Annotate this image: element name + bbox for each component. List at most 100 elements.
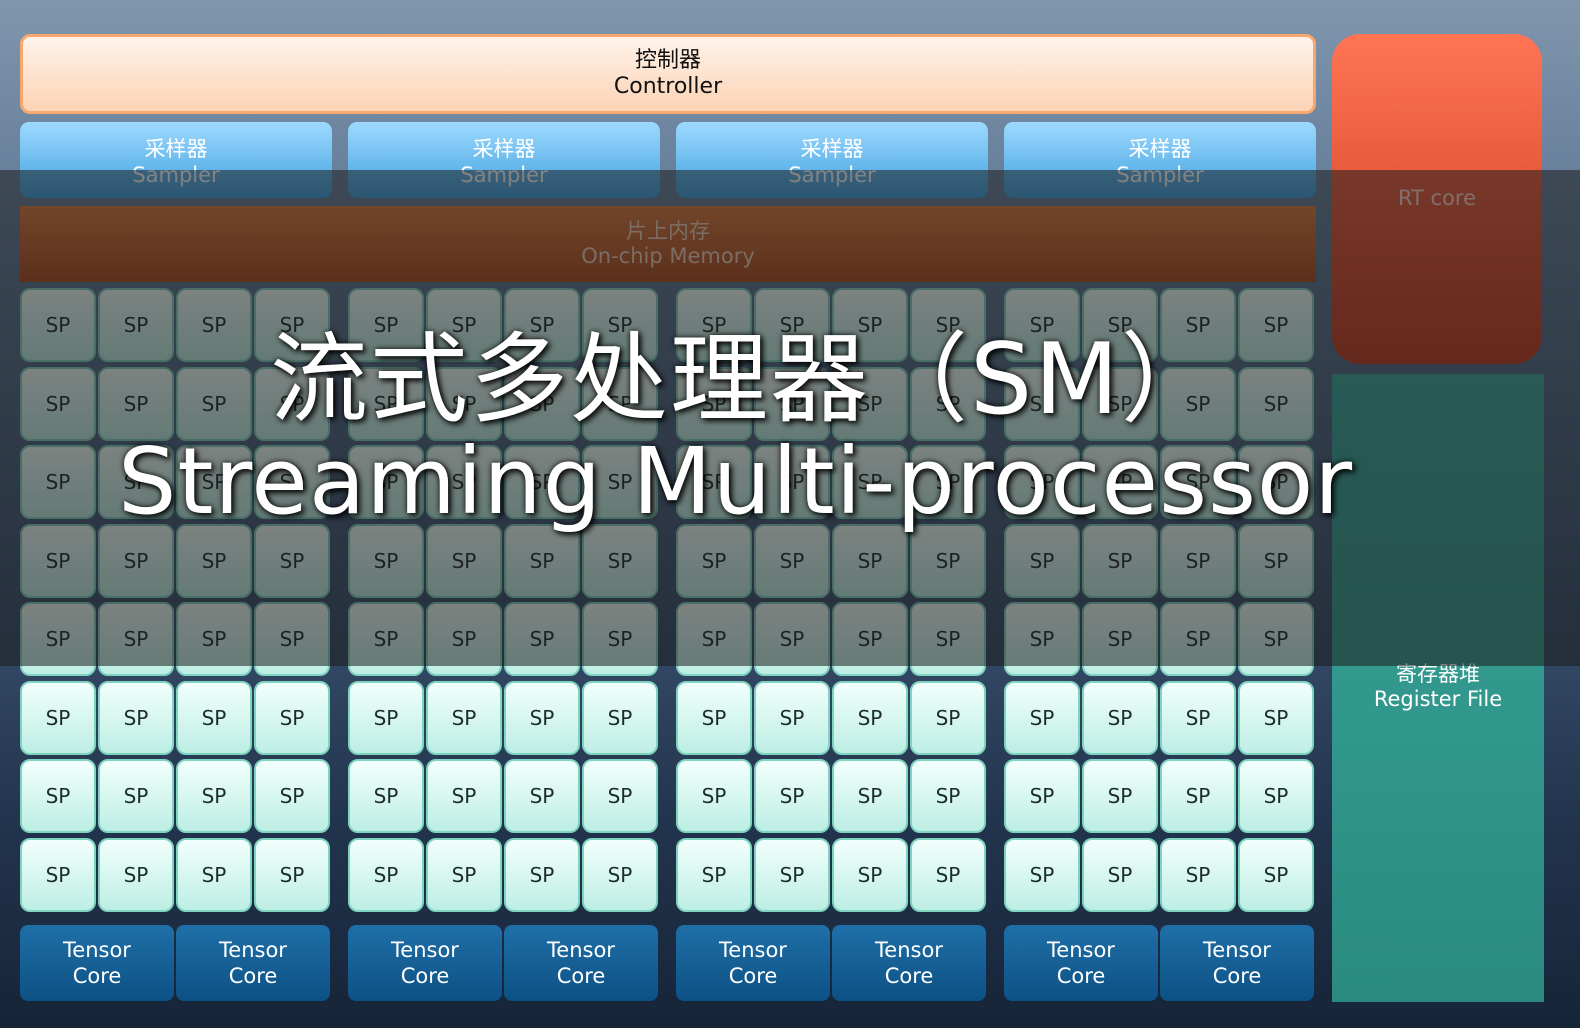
sp-cell: SP — [910, 366, 986, 441]
sp-cell: SP — [426, 288, 502, 362]
sp-cell: SP — [832, 837, 908, 912]
sp-cell: SP — [676, 445, 752, 519]
tensor-core-label-line1: Tensor — [219, 937, 287, 962]
sp-cell: SP — [176, 680, 252, 755]
sp-cell: SP — [254, 366, 330, 441]
tensor-core-label-line2: Core — [400, 964, 450, 988]
sp-cell: SP — [20, 759, 96, 833]
sampler-block: 采样器 Sampler — [1004, 122, 1316, 198]
sp-cell: SP — [832, 288, 908, 362]
sp-cell: SP — [754, 759, 830, 833]
tensor-core-label-line1: Tensor — [63, 937, 131, 962]
sp-cell: SP — [98, 759, 174, 833]
sp-cell: SP — [504, 366, 580, 441]
sp-cell: SP — [676, 837, 752, 912]
sp-cell: SP — [582, 680, 658, 755]
sp-cell: SP — [348, 288, 424, 362]
sp-cell: SP — [98, 680, 174, 755]
sp-cell: SP — [20, 445, 96, 519]
sp-cell: SP — [20, 288, 96, 362]
tensor-core-label-line2: Core — [1056, 964, 1106, 988]
sp-cell: SP — [676, 759, 752, 833]
tensor-core-block: Tensor Core — [348, 925, 502, 1001]
sampler-label-cn: 采样器 — [472, 137, 536, 161]
sp-cell: SP — [1160, 445, 1236, 519]
sp-cell: SP — [98, 366, 174, 441]
sp-cell: SP — [348, 523, 424, 598]
sp-cell: SP — [910, 523, 986, 598]
tensor-core-label-line1: Tensor — [719, 937, 787, 962]
sp-cell: SP — [98, 288, 174, 362]
sp-cell: SP — [176, 366, 252, 441]
sampler-label-en: Sampler — [1116, 163, 1204, 187]
controller-block: 控制器 Controller — [20, 34, 1316, 114]
tensor-core-label-line1: Tensor — [547, 937, 615, 962]
memory-label-cn: 片上内存 — [626, 218, 710, 243]
memory-label-en: On-chip Memory — [581, 244, 755, 268]
sp-cell: SP — [348, 837, 424, 912]
tensor-core-block: Tensor Core — [676, 925, 830, 1001]
sp-cell: SP — [910, 445, 986, 519]
sp-cell: SP — [98, 602, 174, 676]
rt-core-label: RT core — [1397, 186, 1477, 210]
tensor-core-block: Tensor Core — [176, 925, 330, 1001]
tensor-core-label-line1: Tensor — [875, 937, 943, 962]
sp-cell: SP — [348, 366, 424, 441]
tensor-core-block: Tensor Core — [1160, 925, 1314, 1001]
sp-cell: SP — [254, 288, 330, 362]
sp-cell: SP — [1004, 523, 1080, 598]
sp-cell: SP — [1004, 759, 1080, 833]
tensor-core-block: Tensor Core — [832, 925, 986, 1001]
sp-cell: SP — [910, 837, 986, 912]
sp-cell: SP — [1004, 366, 1080, 441]
sp-cell: SP — [676, 523, 752, 598]
sp-cell: SP — [582, 602, 658, 676]
sp-cell: SP — [754, 837, 830, 912]
sp-cell: SP — [426, 837, 502, 912]
sp-cell: SP — [754, 445, 830, 519]
sp-cell: SP — [1238, 680, 1314, 755]
on-chip-memory-block: 片上内存 On-chip Memory — [20, 206, 1316, 282]
sp-cell: SP — [504, 680, 580, 755]
sp-cell: SP — [910, 602, 986, 676]
sp-cell: SP — [754, 366, 830, 441]
sp-cell: SP — [1004, 288, 1080, 362]
sp-cell: SP — [1238, 602, 1314, 676]
sp-cell: SP — [98, 837, 174, 912]
sp-cell: SP — [20, 523, 96, 598]
tensor-core-label-line2: Core — [72, 964, 122, 988]
tensor-core-label-line2: Core — [556, 964, 606, 988]
sp-cell: SP — [254, 759, 330, 833]
sp-cell: SP — [1238, 523, 1314, 598]
sp-cell: SP — [832, 523, 908, 598]
tensor-core-label-line2: Core — [1212, 964, 1262, 988]
sp-cell: SP — [176, 523, 252, 598]
sp-cell: SP — [832, 602, 908, 676]
sp-cell: SP — [504, 759, 580, 833]
sp-cell: SP — [98, 445, 174, 519]
sp-cell: SP — [1238, 288, 1314, 362]
sp-cell: SP — [254, 523, 330, 598]
sp-cell: SP — [1082, 759, 1158, 833]
tensor-core-block: Tensor Core — [504, 925, 658, 1001]
sp-cell: SP — [832, 445, 908, 519]
tensor-core-label-line2: Core — [728, 964, 778, 988]
sp-cell: SP — [1160, 288, 1236, 362]
sp-cell: SP — [176, 445, 252, 519]
sampler-block: 采样器 Sampler — [20, 122, 332, 198]
tensor-core-label-line2: Core — [228, 964, 278, 988]
sp-cell: SP — [1160, 602, 1236, 676]
sp-cell: SP — [754, 680, 830, 755]
sp-cell: SP — [1082, 837, 1158, 912]
sp-cell: SP — [176, 759, 252, 833]
register-file-label-cn: 寄存器堆 — [1396, 662, 1480, 686]
sp-cell: SP — [426, 759, 502, 833]
controller-label-cn: 控制器 — [634, 47, 701, 73]
sp-cell: SP — [426, 366, 502, 441]
sampler-label-en: Sampler — [788, 163, 876, 187]
sampler-label-cn: 采样器 — [800, 137, 864, 161]
sp-cell: SP — [1238, 445, 1314, 519]
sp-cell: SP — [348, 445, 424, 519]
sp-cell: SP — [582, 759, 658, 833]
sp-cell: SP — [20, 602, 96, 676]
